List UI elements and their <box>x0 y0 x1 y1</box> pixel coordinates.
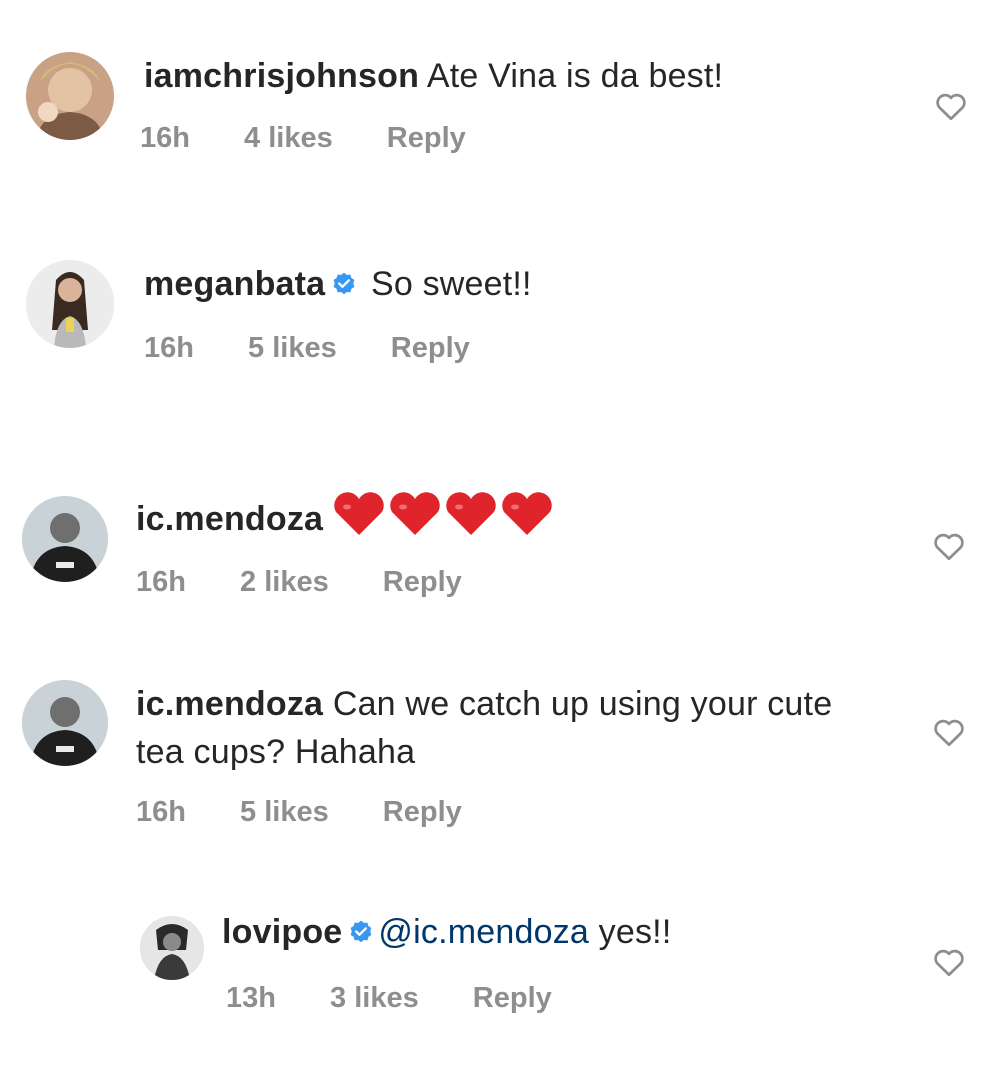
likes-count[interactable]: 4 likes <box>244 122 333 155</box>
heart-outline-icon[interactable] <box>930 528 968 564</box>
red-heart-emoji-icon <box>334 492 552 535</box>
username[interactable]: iamchrisjohnson <box>144 57 419 95</box>
avatar[interactable] <box>22 680 108 766</box>
reply-button[interactable]: Reply <box>383 566 462 599</box>
comment-body: Ate Vina is da best! <box>419 57 724 95</box>
timestamp: 16h <box>136 566 186 598</box>
avatar[interactable] <box>140 916 204 980</box>
username[interactable]: ic.mendoza <box>136 685 323 723</box>
timestamp: 16h <box>136 796 186 828</box>
comment-text: ic.mendoza Can we catch up using your cu… <box>136 680 876 776</box>
avatar[interactable] <box>26 260 114 348</box>
comment-body: yes!! <box>589 913 672 951</box>
heart-outline-icon[interactable] <box>930 944 968 980</box>
verified-badge-icon <box>333 272 355 295</box>
heart-emoji-row <box>331 492 561 551</box>
comment-text: meganbata So sweet!! <box>144 260 904 308</box>
avatar[interactable] <box>26 52 114 140</box>
comment-meta: 16h 4 likes Reply <box>140 122 466 155</box>
comment-iamchrisjohnson: iamchrisjohnson Ate Vina is da best! 16h… <box>0 0 1000 200</box>
verified-badge-icon <box>351 920 372 943</box>
comment-ic-mendoza-teacups: ic.mendoza Can we catch up using your cu… <box>0 660 1000 860</box>
comment-meganbata: meganbata So sweet!! 16h 5 likes Reply <box>0 230 1000 410</box>
comment-lovipoe-reply: lovipoe @ic.mendoza yes!! 13h 3 likes Re… <box>0 900 1000 1060</box>
comment-text: ic.mendoza <box>136 492 896 551</box>
likes-count[interactable]: 2 likes <box>240 566 329 599</box>
username[interactable]: lovipoe <box>222 913 342 951</box>
reply-button[interactable]: Reply <box>473 982 552 1015</box>
likes-count[interactable]: 5 likes <box>240 796 329 829</box>
comment-body: So sweet!! <box>361 265 532 303</box>
comment-ic-mendoza-hearts: ic.mendoza 16h 2 likes Reply <box>0 470 1000 630</box>
comment-meta: 16h 2 likes Reply <box>136 566 462 599</box>
comment-meta: 16h 5 likes Reply <box>144 332 470 365</box>
timestamp: 13h <box>226 982 276 1014</box>
reply-button[interactable]: Reply <box>391 332 470 365</box>
username[interactable]: ic.mendoza <box>136 500 323 538</box>
reply-button[interactable]: Reply <box>387 122 466 155</box>
mention-link[interactable]: @ic.mendoza <box>378 913 589 951</box>
timestamp: 16h <box>140 122 190 154</box>
heart-outline-icon[interactable] <box>930 714 968 750</box>
comment-meta: 16h 5 likes Reply <box>136 796 462 829</box>
comment-text: iamchrisjohnson Ate Vina is da best! <box>144 52 904 100</box>
avatar[interactable] <box>22 496 108 582</box>
timestamp: 16h <box>144 332 194 364</box>
heart-outline-icon[interactable] <box>932 88 970 124</box>
reply-button[interactable]: Reply <box>383 796 462 829</box>
username[interactable]: meganbata <box>144 265 325 303</box>
comment-meta: 13h 3 likes Reply <box>226 982 552 1015</box>
likes-count[interactable]: 5 likes <box>248 332 337 365</box>
comment-text: lovipoe @ic.mendoza yes!! <box>222 908 902 956</box>
likes-count[interactable]: 3 likes <box>330 982 419 1015</box>
